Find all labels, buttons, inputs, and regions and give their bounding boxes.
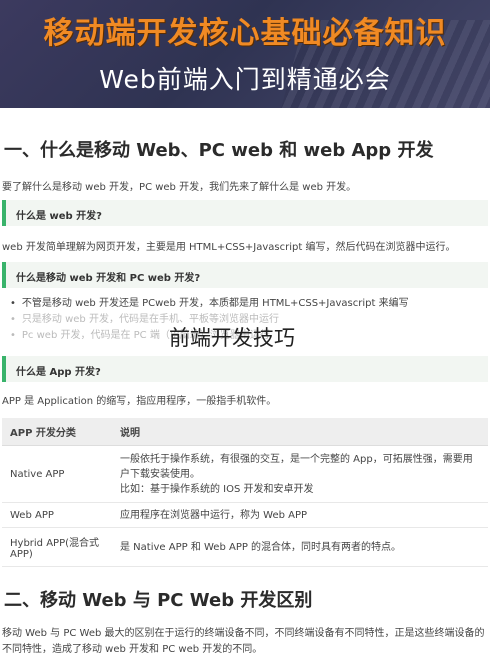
app-type-cell: Native APP [2, 445, 112, 503]
callout-label: 什么是 web 开发? [16, 211, 102, 222]
app-types-table: APP 开发分类 说明 Native APP 一般依托于操作系统，有很强的交互，… [2, 418, 488, 567]
column-header: 说明 [112, 418, 488, 446]
section1-intro: 要了解什么是移动 web 开发，PC web 开发，我们先来了解什么是 web … [2, 182, 357, 193]
desc-line: 是 Native APP 和 Web APP 的混合体，同时具有两者的特点。 [120, 541, 402, 553]
app-desc-cell: 是 Native APP 和 Web APP 的混合体，同时具有两者的特点。 [112, 527, 488, 567]
table-header-row: APP 开发分类 说明 [2, 418, 488, 446]
web-description: web 开发简单理解为网页开发，主要是用 HTML+CSS+Javascript… [2, 242, 456, 253]
callout-what-is-app: 什么是 App 开发? [2, 356, 488, 382]
banner-title: 移动端开发核心基础必备知识 [43, 16, 447, 51]
banner-subtitle: Web前端入门到精通必会 [99, 65, 391, 94]
header-banner: 移动端开发核心基础必备知识 Web前端入门到精通必会 [0, 0, 490, 108]
desc-line: 应用程序在浏览器中运行，称为 Web APP [120, 509, 308, 521]
section2-para-line: 移动 Web 与 PC Web 最大的区别在于运行的终端设备不同，不同终端设备有… [2, 628, 485, 639]
section2-para-line: 不同特性，造成了移动 web 开发和 PC web 开发的不同。 [2, 644, 263, 655]
table-row: Native APP 一般依托于操作系统，有很强的交互，是一个完整的 App，可… [2, 445, 488, 503]
section1-heading: 一、什么是移动 Web、PC web 和 web App 开发 [4, 140, 434, 161]
callout-label: 什么是移动 web 开发和 PC web 开发? [16, 273, 201, 284]
desc-line: 户下载安装使用。 [120, 468, 200, 480]
table-row: Web APP 应用程序在浏览器中运行，称为 Web APP [2, 502, 488, 528]
list-item: 不管是移动 web 开发还是 PCweb 开发，本质都是用 HTML+CSS+J… [10, 296, 409, 312]
column-header: APP 开发分类 [2, 418, 112, 446]
app-type-cell: Web APP [2, 502, 112, 528]
callout-label: 什么是 App 开发? [16, 367, 101, 378]
desc-line: 比如：基于操作系统的 IOS 开发和安卓开发 [120, 483, 314, 495]
app-desc-cell: 一般依托于操作系统，有很强的交互，是一个完整的 App，可拓展性强，需要用 户下… [112, 445, 488, 503]
section2-heading: 二、移动 Web 与 PC Web 开发区别 [4, 590, 313, 611]
app-desc-cell: 应用程序在浏览器中运行，称为 Web APP [112, 502, 488, 528]
callout-what-is-web: 什么是 web 开发? [2, 200, 488, 226]
table-row: Hybrid APP(混合式APP) 是 Native APP 和 Web AP… [2, 527, 488, 567]
watermark-text: 前端开发技巧 [169, 326, 295, 350]
callout-mobile-pc-web: 什么是移动 web 开发和 PC web 开发? [2, 262, 488, 288]
desc-line: 一般依托于操作系统，有很强的交互，是一个完整的 App，可拓展性强，需要用 [120, 453, 473, 465]
app-type-cell: Hybrid APP(混合式APP) [2, 527, 112, 567]
app-description: APP 是 Application 的缩写，指应用程序，一般指手机软件。 [2, 396, 277, 407]
